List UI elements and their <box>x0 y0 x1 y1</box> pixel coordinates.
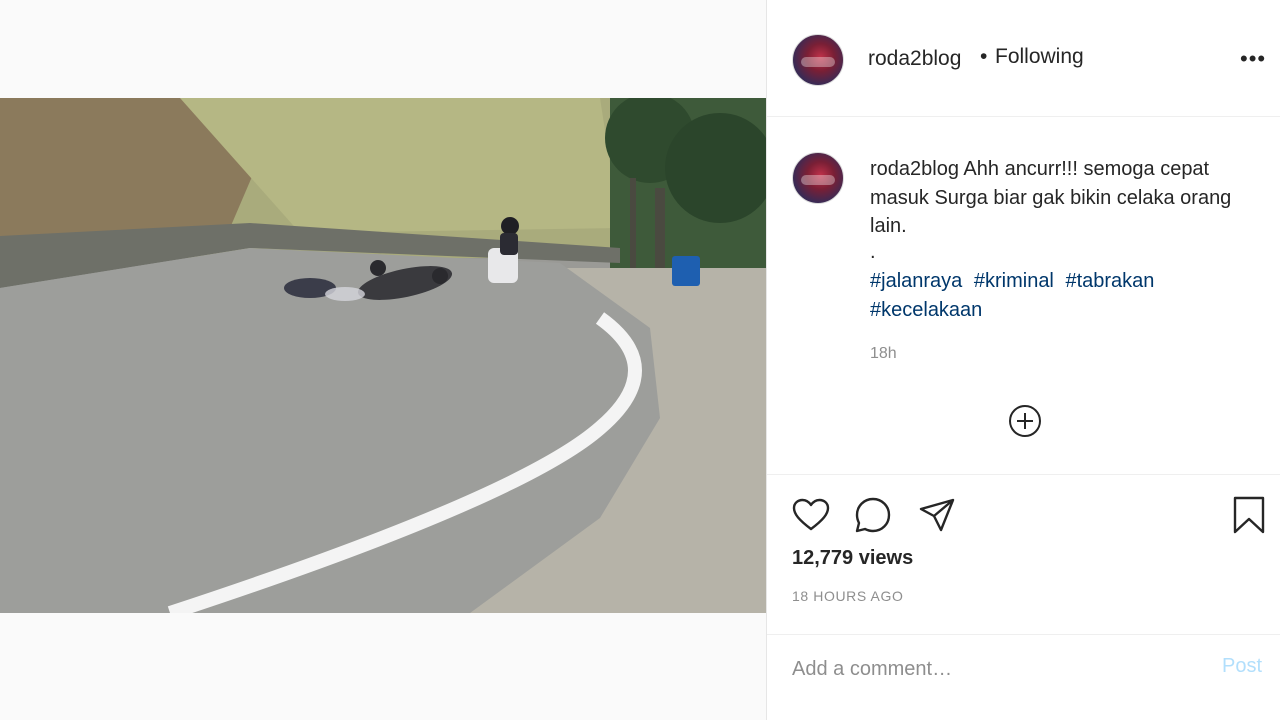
caption-avatar[interactable] <box>792 152 844 204</box>
post-video[interactable] <box>0 98 766 613</box>
post-timestamp: 18 HOURS AGO <box>792 588 904 604</box>
share-icon[interactable] <box>917 495 957 535</box>
media-pane <box>0 0 766 720</box>
more-horizontal-icon[interactable]: ••• <box>1240 46 1266 72</box>
load-more-comments-icon[interactable] <box>1009 405 1041 437</box>
view-count[interactable]: 12,779 views <box>792 547 913 570</box>
caption-username[interactable]: roda2blog <box>870 158 959 180</box>
hashtag-link[interactable]: #jalanraya <box>870 270 962 292</box>
caption-time: 18h <box>870 345 897 362</box>
action-bar: 12,779 views 18 HOURS AGO <box>767 474 1280 635</box>
heart-icon[interactable] <box>791 495 831 535</box>
comment-input[interactable] <box>792 655 1192 683</box>
comment-icon[interactable] <box>853 495 893 535</box>
caption-block: roda2blog Ahh ancurr!!! semoga cepat mas… <box>767 117 1280 473</box>
hashtag-link[interactable]: #tabrakan <box>1065 270 1154 292</box>
post-header: roda2blog • Following ••• <box>767 0 1280 117</box>
avatar[interactable] <box>792 34 844 86</box>
caption-text: roda2blog Ahh ancurr!!! semoga cepat mas… <box>870 155 1250 241</box>
comment-bar: Post <box>767 634 1280 721</box>
hashtag-list: #jalanraya #kriminal #tabrakan #kecelaka… <box>870 267 1250 324</box>
post-sidebar: roda2blog • Following ••• roda2blog Ahh … <box>767 0 1280 720</box>
hashtag-link[interactable]: #kecelakaan <box>870 299 982 321</box>
separator-dot: • <box>980 45 988 68</box>
header-username[interactable]: roda2blog <box>868 47 961 71</box>
hashtag-link[interactable]: #kriminal <box>974 270 1054 292</box>
caption-dot: . <box>870 241 876 263</box>
bookmark-icon[interactable] <box>1229 495 1269 535</box>
following-button[interactable]: Following <box>995 45 1084 69</box>
video-frame <box>0 98 766 613</box>
post-comment-button[interactable]: Post <box>1222 655 1262 678</box>
